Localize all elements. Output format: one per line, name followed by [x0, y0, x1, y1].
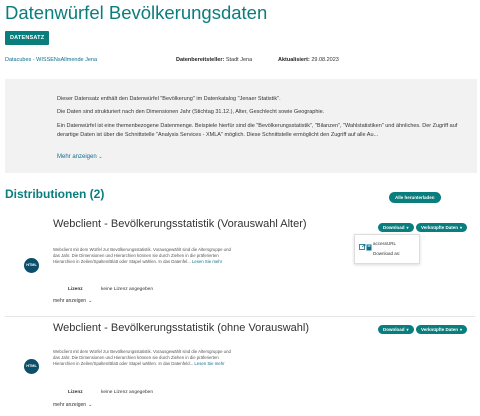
page-title: Datenwürfel Bevölkerungsdaten — [5, 2, 268, 23]
updated-info: Aktualisiert: 29.08.2023 — [278, 57, 339, 63]
download-button[interactable]: Download ▾ — [378, 325, 414, 334]
show-more-label: Mehr anzeigen — [57, 154, 97, 160]
catalog-link[interactable]: Datacubes - WISSENsAllmende Jena — [5, 57, 97, 63]
chevron-down-icon: ▾ — [460, 327, 463, 332]
more-details-label: mehr anzeigen — [53, 402, 87, 408]
dropdown-icons — [359, 239, 372, 257]
external-link-icon[interactable] — [359, 244, 372, 252]
dataset-badge: DATENSATZ — [5, 31, 50, 45]
license-value: keine Lizenz angegeben — [101, 390, 154, 395]
description-paragraph: Dieser Datensatz enthält den Datenwürfel… — [57, 96, 281, 102]
license-label: Lizenz — [68, 287, 83, 292]
more-details-toggle[interactable]: mehr anzeigen ⌄ — [53, 402, 92, 408]
read-more-link[interactable]: Lesen Sie mehr — [192, 259, 222, 264]
linked-data-button[interactable]: Verknüpfte Daten ▾ — [416, 325, 468, 334]
provider-info: Datenbereitsteller: Stadt Jena — [176, 57, 252, 63]
license-row: Lizenz — [68, 390, 83, 395]
license-value: keine Lizenz angegeben — [101, 287, 154, 292]
updated-label: Aktualisiert: — [278, 57, 310, 63]
download-dropdown-menu: accessURL Download as: — [354, 234, 420, 264]
chevron-down-icon: ⌄ — [88, 402, 93, 408]
download-as-item[interactable]: Download as: — [373, 251, 400, 256]
html-format-icon: HTML — [24, 359, 39, 374]
description-box: Dieser Datensatz enthält den Datenwürfel… — [5, 79, 477, 173]
more-details-toggle[interactable]: mehr anzeigen ⌄ — [53, 298, 92, 304]
distributions-heading: Distributionen (2) — [5, 187, 105, 201]
distribution-description: Webclient mit dem Würfel zur Bevölkerung… — [53, 247, 233, 266]
chevron-down-icon: ⌄ — [88, 298, 93, 304]
distribution-title: Webclient - Bevölkerungsstatistik (Vorau… — [53, 218, 307, 230]
provider-value: Stadt Jena — [225, 57, 253, 63]
chevron-down-icon: ▾ — [406, 327, 409, 332]
download-button[interactable]: Download ▾ — [378, 223, 414, 232]
distribution-description: Webclient mit dem Würfel zur Bevölkerung… — [53, 349, 233, 368]
chevron-down-icon: ▾ — [406, 225, 409, 230]
divider — [5, 316, 475, 317]
description-paragraph: Die Daten sind strukturiert nach den Dim… — [57, 109, 325, 115]
download-button-label: Download — [383, 327, 405, 332]
linked-data-button[interactable]: Verknüpfte Daten ▾ — [416, 223, 468, 232]
description-paragraph: Ein Datenwürfel ist eine themenbezogene … — [57, 123, 458, 138]
distribution-title: Webclient - Bevölkerungsstatistik (ohne … — [53, 322, 309, 334]
more-details-label: mehr anzeigen — [53, 298, 87, 304]
license-label: Lizenz — [68, 390, 83, 395]
provider-label: Datenbereitsteller: — [176, 57, 225, 63]
download-all-button[interactable]: Alle herunterladen — [389, 192, 441, 203]
license-row: Lizenz — [68, 287, 83, 292]
read-more-link[interactable]: Lesen Sie mehr — [194, 361, 224, 366]
chevron-down-icon: ▾ — [460, 225, 463, 230]
chevron-down-icon: ⌄ — [98, 154, 103, 160]
linked-data-button-label: Verknüpfte Daten — [421, 225, 459, 230]
updated-value: 29.08.2023 — [311, 57, 339, 63]
download-button-label: Download — [383, 225, 405, 230]
linked-data-button-label: Verknüpfte Daten — [421, 327, 459, 332]
show-more-link[interactable]: Mehr anzeigen ⌄ — [57, 154, 103, 160]
access-url-item[interactable]: accessURL — [373, 241, 396, 246]
html-format-icon: HTML — [24, 258, 39, 273]
